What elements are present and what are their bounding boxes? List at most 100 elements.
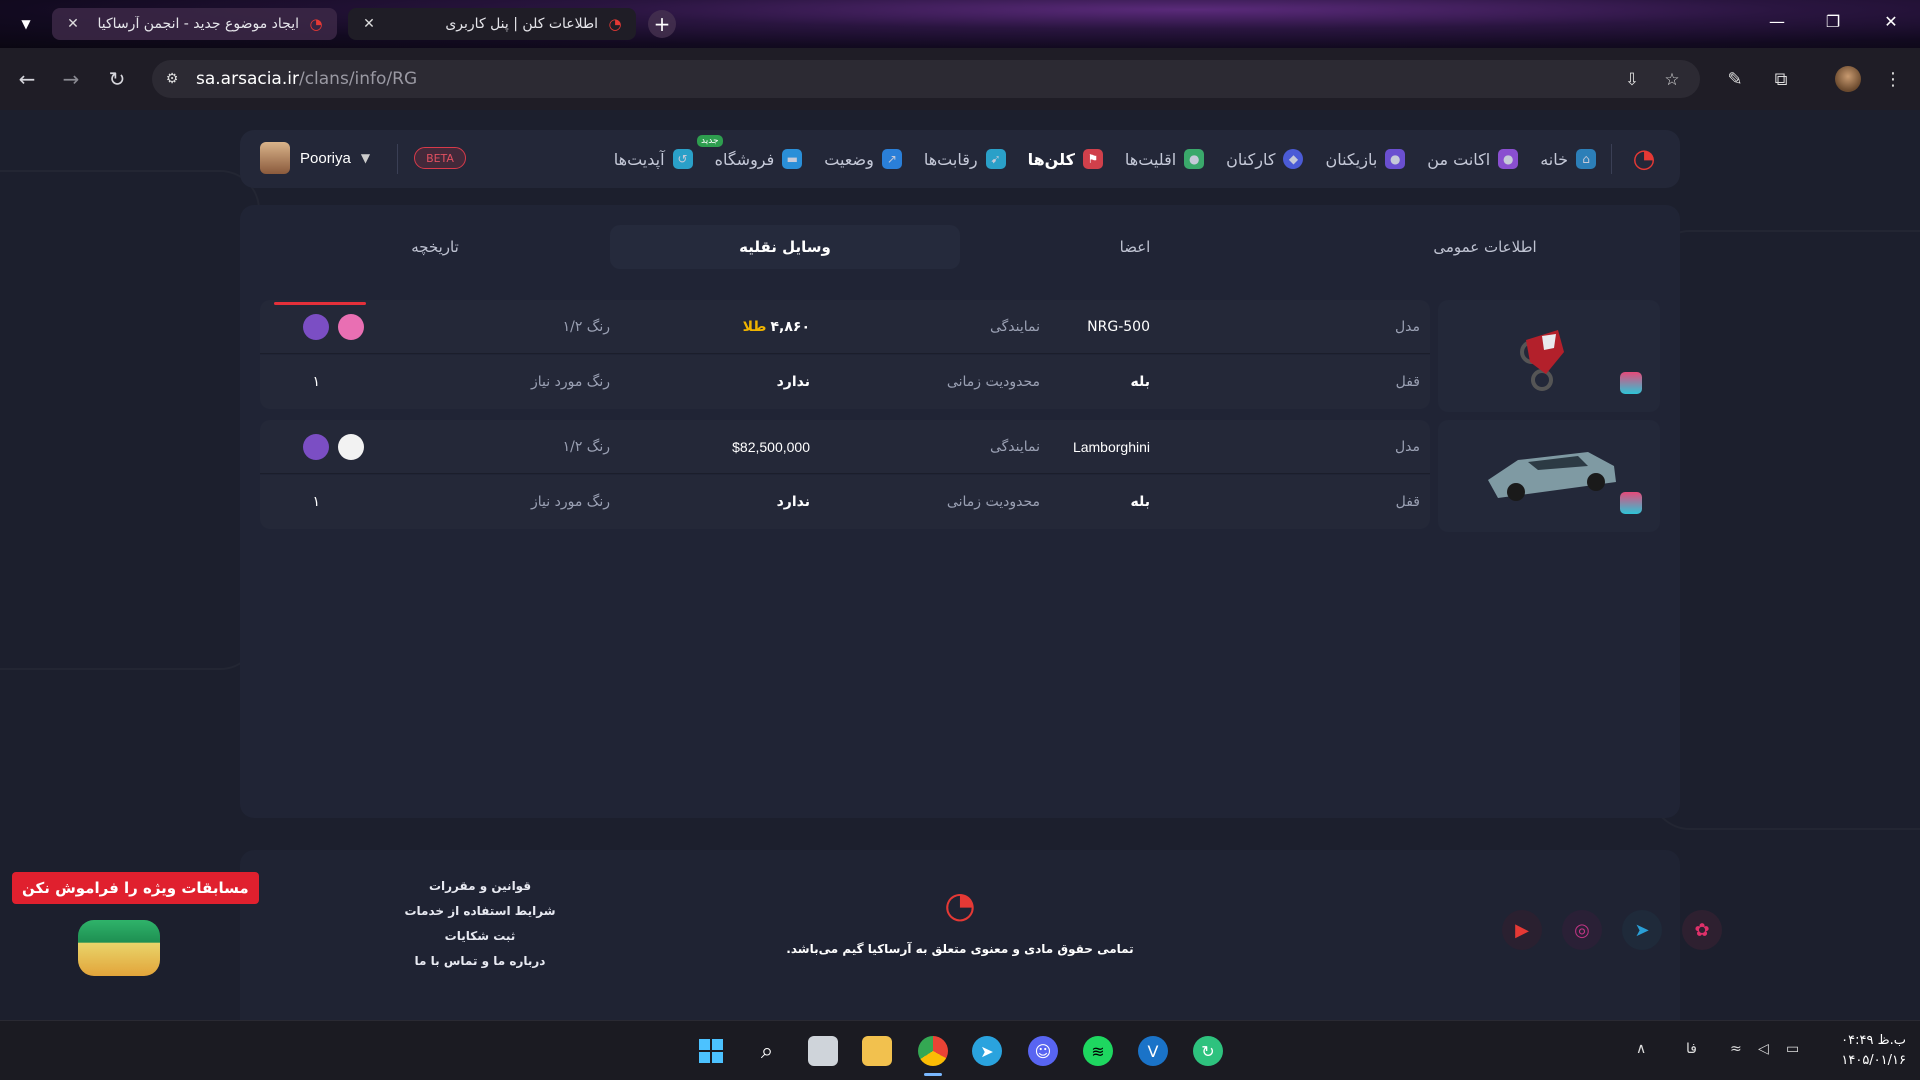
back-arrow-icon[interactable]: ← (14, 66, 40, 92)
highlight-underline (274, 302, 366, 305)
telegram-taskbar-icon[interactable]: ➤ (972, 1036, 1002, 1066)
site-info-icon[interactable]: ⚙ (162, 69, 182, 89)
arsacia-logo-icon[interactable]: ◔ (1626, 144, 1662, 174)
clan-tabs: اطلاعات عمومی اعضا وسایل نقلیه تاریخچه (260, 225, 1660, 269)
nav-staff[interactable]: ◆ کارکنان (1226, 149, 1304, 169)
volume-icon[interactable]: ◁ (1758, 1041, 1769, 1057)
bookmark-star-icon[interactable]: ☆ (1660, 68, 1684, 92)
site-header: ◔ ⌂ خانه ● اکانت من ● بازیکنان ◆ کارکنان… (240, 130, 1680, 188)
browser-menu-icon[interactable]: ⋮ (1880, 66, 1906, 92)
nav-clans[interactable]: ⚑ کلن‌ها (1028, 149, 1103, 169)
close-tab-icon[interactable]: ✕ (64, 16, 82, 32)
nav-updates[interactable]: ↺ آپدیت‌ها جدید (614, 135, 723, 169)
footer-link-complaints[interactable]: ثبت شکایات (400, 924, 560, 949)
input-language[interactable]: فا (1686, 1041, 1697, 1057)
vehicle-image (1438, 300, 1660, 412)
tab-vehicles[interactable]: وسایل نقلیه (610, 225, 960, 269)
color-2-swatch (303, 434, 329, 460)
footer-link-terms[interactable]: شرایط استفاده از خدمات (400, 899, 560, 924)
browser-toolbar: ← → ↻ ⚙ sa.arsacia.ir/clans/info/RG ⇩ ☆ … (0, 48, 1920, 110)
windows-start-icon[interactable] (696, 1036, 726, 1066)
nav-shop[interactable]: ▬ فروشگاه (715, 149, 803, 169)
url-text[interactable]: sa.arsacia.ir/clans/info/RG (196, 69, 417, 89)
v2ray-icon[interactable]: V (1138, 1036, 1168, 1066)
file-explorer-icon[interactable] (862, 1036, 892, 1066)
telegram-icon[interactable]: ➤ (1622, 910, 1662, 950)
tab-members[interactable]: اعضا (960, 225, 1310, 269)
footer-link-about-contact[interactable]: درباره ما و تماس با ما (400, 949, 560, 974)
clan-lock-icon (1620, 372, 1642, 394)
clan-lock-icon (1620, 492, 1642, 514)
close-window-icon[interactable]: ✕ (1876, 12, 1906, 31)
restore-icon[interactable]: ❐ (1818, 12, 1848, 31)
browser-tab-clan-info[interactable]: ◔ اطلاعات کلن | پنل کاربری ✕ (348, 8, 636, 40)
refresh-app-icon[interactable]: ↻ (1193, 1036, 1223, 1066)
chrome-icon[interactable] (918, 1036, 948, 1066)
avatar (260, 142, 290, 174)
nav-players[interactable]: ● بازیکنان (1325, 149, 1406, 169)
browser-profile-avatar[interactable] (1835, 66, 1861, 92)
promo-gift-icon[interactable] (78, 920, 160, 976)
tray-chevron-up-icon[interactable]: ∧ (1636, 1041, 1646, 1057)
tab-title: اطلاعات کلن | پنل کاربری (445, 16, 598, 32)
vehicle-details: مدل Lamborghini نمایندگی $82,500,000 رنگ… (260, 420, 1430, 532)
nav-status[interactable]: ↗ وضعیت (824, 149, 902, 169)
races-icon: ➹ (985, 149, 1006, 169)
nav-my-account[interactable]: ● اکانت من (1427, 149, 1519, 169)
clan-info-panel: اطلاعات عمومی اعضا وسایل نقلیه تاریخچه م… (240, 205, 1680, 818)
required-color-value: ۱ (312, 374, 320, 390)
tab-search-chevron-icon[interactable]: ▼ (12, 10, 40, 38)
site-footer: ▶ ◎ ➤ ✿ ◔ تمامی حقوق مادی و معنوی متعلق … (240, 850, 1722, 1020)
spotify-icon[interactable]: ≋ (1083, 1036, 1113, 1066)
nav-minorities[interactable]: ● اقلیت‌ها (1125, 149, 1205, 169)
minimize-icon[interactable]: — (1762, 12, 1792, 31)
nav-label: کارکنان (1226, 149, 1276, 169)
vehicle-card: مدل Lamborghini نمایندگی $82,500,000 رنگ… (260, 420, 1660, 532)
tab-general-info[interactable]: اطلاعات عمومی (1310, 225, 1660, 269)
eyedropper-icon[interactable]: ✎ (1722, 66, 1748, 92)
price-value: ۴,۸۶۰ طلا (743, 300, 810, 354)
discord-icon[interactable]: ☺ (1028, 1036, 1058, 1066)
arsacia-footer-logo-icon: ◔ (944, 885, 976, 926)
promo-banner[interactable]: مسابقات ویژه را فراموش نکن (12, 872, 259, 904)
map-bg-decoration (1650, 230, 1920, 830)
instagram-icon[interactable]: ◎ (1562, 910, 1602, 950)
nav-label: رقابت‌ها (923, 149, 978, 169)
forward-arrow-icon[interactable]: → (58, 66, 84, 92)
search-icon[interactable]: ⌕ (752, 1036, 782, 1066)
extensions-puzzle-icon[interactable]: ⧉ (1768, 66, 1794, 92)
address-bar[interactable]: ⚙ sa.arsacia.ir/clans/info/RG ⇩ ☆ (152, 60, 1700, 98)
url-host: sa.arsacia.ir (196, 69, 299, 89)
nav-home[interactable]: ⌂ خانه (1540, 149, 1596, 169)
nav-label: بازیکنان (1325, 149, 1378, 169)
model-value: NRG-500 (1087, 319, 1150, 335)
battery-icon[interactable]: ▭ (1786, 1041, 1799, 1057)
color-label: رنگ ۱/۲ (562, 439, 610, 455)
required-color-value: ۱ (312, 494, 320, 510)
task-view-icon[interactable] (808, 1036, 838, 1066)
vehicle-details: مدل NRG-500 نمایندگی ۴,۸۶۰ طلا رنگ ۱/۲ ق… (260, 300, 1430, 412)
lock-label: قفل (1395, 374, 1420, 390)
tab-title: ایجاد موضوع جدید - انجمن آرساکیا (97, 16, 299, 32)
model-value: Lamborghini (1072, 439, 1150, 455)
system-clock[interactable]: ۰۴:۴۹ ب.ظ ۱۴۰۵/۰۱/۱۶ (1826, 1031, 1906, 1071)
new-tab-button[interactable]: + (648, 10, 676, 38)
browser-tab-forum[interactable]: ◔ ایجاد موضوع جدید - انجمن آرساکیا ✕ (52, 8, 337, 40)
aparat-icon[interactable]: ✿ (1682, 910, 1722, 950)
user-menu[interactable]: Pooriya ▼ (260, 142, 370, 174)
youtube-icon[interactable]: ▶ (1502, 910, 1542, 950)
staff-shield-icon: ◆ (1283, 149, 1304, 169)
wifi-icon[interactable]: ≈ (1730, 1041, 1742, 1057)
nav-races[interactable]: ➹ رقابت‌ها (924, 149, 1006, 169)
footer-link-rules[interactable]: قوانین و مقررات (400, 874, 560, 899)
user-icon: ● (1498, 149, 1519, 169)
reload-icon[interactable]: ↻ (104, 66, 130, 92)
tab-history[interactable]: تاریخچه (260, 225, 610, 269)
updates-icon: ↺ (672, 149, 693, 169)
install-app-icon[interactable]: ⇩ (1620, 68, 1644, 92)
lock-value: بله (1130, 374, 1150, 390)
copyright-text: تمامی حقوق مادی و معنوی متعلق به آرساکیا… (786, 942, 1134, 956)
color-1-swatch (338, 314, 364, 340)
lamborghini-image (1488, 452, 1616, 501)
close-tab-icon[interactable]: ✕ (360, 16, 378, 32)
